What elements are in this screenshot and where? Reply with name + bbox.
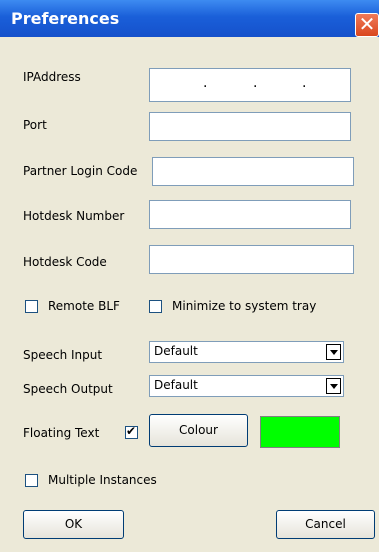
ip-dot-1: . — [203, 75, 208, 91]
ip-address-label: IPAddress — [23, 70, 81, 84]
remote-blf-checkbox[interactable] — [25, 300, 38, 313]
preferences-dialog: Preferences ✕ IPAddress . . . Port Partn… — [0, 0, 379, 552]
speech-output-value: Default — [154, 378, 198, 392]
ip-dot-2: . — [253, 75, 258, 91]
partner-login-code-label: Partner Login Code — [23, 164, 138, 178]
colour-button[interactable]: Colour — [149, 414, 248, 447]
chevron-down-icon[interactable] — [326, 378, 341, 394]
remote-blf-label: Remote BLF — [48, 299, 120, 313]
partner-login-code-field[interactable] — [152, 157, 354, 186]
cancel-button[interactable]: Cancel — [276, 510, 375, 539]
hotdesk-code-label: Hotdesk Code — [23, 255, 107, 269]
speech-input-label: Speech Input — [23, 348, 103, 362]
ip-dot-3: . — [302, 75, 307, 91]
title-bar: Preferences ✕ — [0, 0, 379, 37]
minimize-tray-label: Minimize to system tray — [172, 299, 317, 313]
hotdesk-number-field[interactable] — [149, 200, 351, 229]
ip-address-field[interactable]: . . . — [149, 68, 351, 102]
multiple-instances-label: Multiple Instances — [48, 473, 157, 487]
hotdesk-number-label: Hotdesk Number — [23, 209, 125, 223]
floating-text-checkbox[interactable] — [125, 424, 138, 439]
speech-input-value: Default — [154, 344, 198, 358]
ok-button[interactable]: OK — [23, 510, 124, 539]
minimize-tray-checkbox[interactable] — [149, 300, 162, 313]
hotdesk-code-field[interactable] — [149, 245, 354, 274]
dialog-title: Preferences — [11, 9, 120, 28]
port-field[interactable] — [149, 112, 351, 141]
colour-swatch — [260, 416, 340, 448]
floating-text-label: Floating Text — [23, 426, 100, 440]
speech-output-label: Speech Output — [23, 382, 113, 396]
chevron-down-icon[interactable] — [326, 344, 341, 360]
close-icon[interactable]: ✕ — [355, 13, 379, 37]
speech-input-select[interactable]: Default — [149, 341, 344, 363]
multiple-instances-checkbox[interactable] — [25, 474, 38, 487]
port-label: Port — [23, 118, 47, 132]
speech-output-select[interactable]: Default — [149, 375, 344, 397]
